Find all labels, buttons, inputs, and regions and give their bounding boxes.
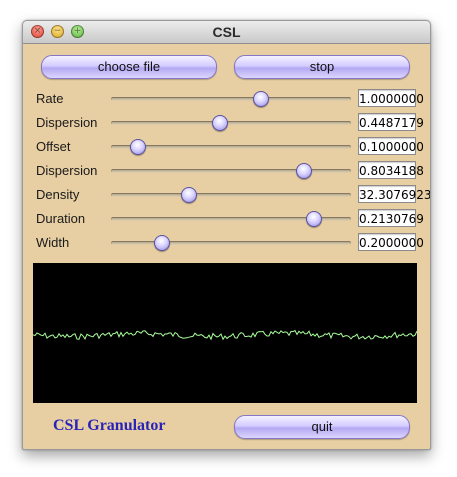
slider-track[interactable] bbox=[111, 145, 351, 149]
slider-label: Density bbox=[36, 187, 80, 202]
waveform-plot bbox=[32, 329, 418, 341]
slider-track[interactable] bbox=[111, 97, 351, 101]
slider-row-offset: Offset 0.1000000 bbox=[36, 137, 424, 157]
title-bar: × − + CSL bbox=[23, 21, 430, 44]
slider-row-duration: Duration 0.2130769 bbox=[36, 209, 424, 229]
slider-row-dispersion-1: Dispersion 0.4487179 bbox=[36, 113, 424, 133]
slider-track[interactable] bbox=[111, 193, 351, 197]
value-field[interactable]: 32.3076923 bbox=[358, 185, 430, 203]
csl-window: × − + CSL choose file stop Rate 1.000000… bbox=[22, 20, 431, 450]
value-field[interactable]: 0.2130769 bbox=[358, 209, 424, 227]
slider-label: Rate bbox=[36, 91, 64, 106]
slider-thumb[interactable] bbox=[130, 139, 147, 155]
slider-row-dispersion-2: Dispersion 0.8034188 bbox=[36, 161, 424, 181]
slider-label: Width bbox=[36, 235, 70, 250]
value-field[interactable]: 0.2000000 bbox=[358, 233, 424, 251]
value-field[interactable]: 0.4487179 bbox=[358, 113, 424, 131]
brand-label: CSL Granulator bbox=[53, 417, 166, 434]
slider-label: Dispersion bbox=[36, 163, 98, 178]
slider-thumb[interactable] bbox=[212, 115, 228, 131]
quit-button[interactable]: quit bbox=[234, 415, 410, 439]
slider-track[interactable] bbox=[111, 241, 351, 245]
slider-label: Duration bbox=[36, 211, 86, 226]
slider-thumb[interactable] bbox=[296, 163, 312, 179]
slider-thumb[interactable] bbox=[252, 91, 269, 107]
stop-button[interactable]: stop bbox=[234, 55, 410, 79]
value-field[interactable]: 1.0000000 bbox=[358, 89, 424, 107]
value-field[interactable]: 0.1000000 bbox=[358, 137, 424, 155]
slider-row-density: Density 32.3076923 bbox=[36, 185, 430, 205]
waveform-trace bbox=[32, 329, 418, 341]
window-title: CSL bbox=[212, 24, 241, 40]
slider-label: Offset bbox=[36, 139, 71, 154]
slider-thumb[interactable] bbox=[305, 211, 322, 227]
slider-thumb[interactable] bbox=[180, 187, 197, 203]
slider-track[interactable] bbox=[111, 169, 351, 173]
slider-track[interactable] bbox=[111, 121, 351, 125]
waveform-display bbox=[32, 263, 418, 403]
slider-label: Dispersion bbox=[36, 115, 98, 130]
slider-row-rate: Rate 1.0000000 bbox=[36, 89, 424, 109]
slider-row-width: Width 0.2000000 bbox=[36, 233, 424, 253]
choose-file-button[interactable]: choose file bbox=[41, 55, 217, 79]
value-field[interactable]: 0.8034188 bbox=[358, 161, 424, 179]
slider-thumb[interactable] bbox=[154, 235, 171, 251]
